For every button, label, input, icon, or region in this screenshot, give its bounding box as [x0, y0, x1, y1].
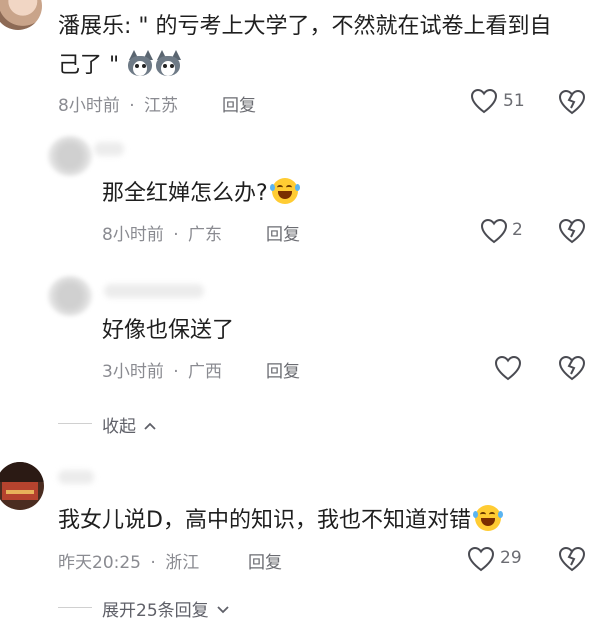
avatar[interactable]	[48, 136, 92, 176]
reply-text: 那全红婵怎么办?	[102, 178, 300, 209]
reply-button[interactable]: 回复	[266, 357, 300, 382]
heart-icon	[467, 546, 495, 572]
location: 广西	[188, 362, 223, 382]
author-name-blurred	[104, 284, 204, 298]
expand-replies-button[interactable]: 展开25条回复	[102, 596, 230, 621]
avatar[interactable]	[0, 462, 44, 510]
avatar[interactable]	[0, 0, 42, 30]
comment-text-line2: 己了 "	[58, 50, 182, 81]
location: 江苏	[144, 96, 179, 116]
like-button[interactable]	[480, 218, 508, 244]
divider	[58, 607, 92, 608]
dislike-button[interactable]	[558, 355, 586, 381]
laughing-tears-icon	[269, 178, 300, 204]
like-count: 2	[512, 220, 523, 240]
broken-heart-icon	[558, 355, 586, 381]
like-button[interactable]	[470, 88, 498, 114]
husky-icon	[126, 50, 154, 76]
like-count: 29	[500, 548, 522, 568]
heart-icon	[480, 218, 508, 244]
like-count: 51	[503, 91, 525, 111]
dislike-button[interactable]	[558, 546, 586, 572]
like-button[interactable]	[467, 546, 495, 572]
comment-text: 我女儿说D，高中的知识，我也不知道对错	[58, 505, 503, 536]
location: 浙江	[165, 553, 200, 573]
dislike-button[interactable]	[558, 218, 586, 244]
comment-meta: 8小时前 · 江苏	[58, 96, 179, 116]
author-name[interactable]: 潘展乐	[58, 14, 124, 39]
comment-meta: 8小时前 · 广东	[102, 225, 223, 245]
reply-button[interactable]: 回复	[222, 91, 256, 116]
timestamp: 8小时前	[58, 96, 120, 116]
divider	[58, 423, 92, 424]
comment-text: 潘展乐: " 的亏考上大学了，不然就在试卷上看到自	[58, 14, 552, 39]
chevron-up-icon	[144, 422, 157, 430]
timestamp: 8小时前	[102, 225, 164, 245]
timestamp: 3小时前	[102, 362, 164, 382]
laughing-tears-icon	[472, 505, 503, 531]
like-button[interactable]	[494, 355, 522, 381]
collapse-replies-button[interactable]: 收起	[102, 412, 157, 437]
broken-heart-icon	[558, 218, 586, 244]
broken-heart-icon	[558, 546, 586, 572]
chevron-down-icon	[217, 606, 229, 614]
broken-heart-icon	[558, 89, 586, 115]
heart-icon	[470, 88, 498, 114]
timestamp: 昨天20:25	[58, 553, 141, 573]
location: 广东	[188, 225, 223, 245]
comment-meta: 3小时前 · 广西	[102, 362, 223, 382]
dislike-button[interactable]	[558, 89, 586, 115]
avatar[interactable]	[48, 276, 92, 316]
author-name-blurred	[94, 142, 124, 156]
reply-button[interactable]: 回复	[266, 220, 300, 245]
reply-text: 好像也保送了	[102, 318, 235, 343]
author-name-blurred	[58, 470, 94, 484]
reply-button[interactable]: 回复	[248, 548, 282, 573]
comment-meta: 昨天20:25 · 浙江	[58, 553, 200, 573]
husky-icon	[154, 50, 182, 76]
heart-icon	[494, 355, 522, 381]
